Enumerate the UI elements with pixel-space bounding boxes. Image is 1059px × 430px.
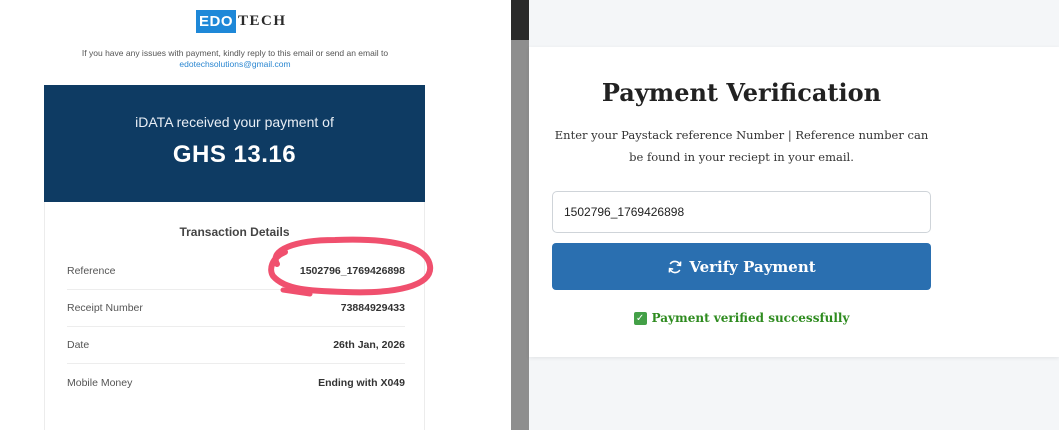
support-text: If you have any issues with payment, kin… [81, 48, 389, 58]
logo-part-edo: EDO [196, 9, 237, 33]
verification-panel: Payment Verification Enter your Paystack… [529, 47, 1059, 357]
refresh-icon [668, 260, 682, 273]
detail-row-mobile-money: Mobile Money Ending with X049 [67, 364, 405, 401]
detail-label: Mobile Money [67, 376, 133, 389]
detail-value: 26th Jan, 2026 [333, 339, 405, 351]
transaction-details-card: Transaction Details Reference 1502796_17… [44, 202, 425, 430]
verify-payment-button[interactable]: Verify Payment [552, 243, 931, 290]
detail-row-date: Date 26th Jan, 2026 [67, 327, 405, 364]
page-title: Payment Verification [601, 78, 882, 107]
support-email-link[interactable]: edotechsolutions@gmail.com [40, 59, 430, 70]
detail-label: Reference [67, 265, 116, 277]
window-divider-top [511, 0, 529, 40]
detail-row-receipt-number: Receipt Number 73884929433 [67, 290, 405, 327]
check-icon: ✓ [633, 311, 647, 325]
instructions-text: Enter your Paystack reference Number | R… [554, 128, 929, 164]
banner-message: iDATA received your payment of [135, 114, 334, 130]
detail-value: Ending with X049 [318, 376, 405, 389]
edotech-logo: EDO TECH [196, 8, 289, 34]
verify-button-label: Verify Payment [689, 257, 816, 276]
payment-banner: iDATA received your payment of GHS 13.16 [44, 85, 425, 202]
email-receipt-pane: EDO TECH If you have any issues with paym… [0, 0, 511, 430]
status-text: Payment verified successfully [651, 311, 850, 325]
window-divider [511, 0, 529, 430]
detail-value: 1502796_1769426898 [299, 265, 405, 277]
verification-pane: Payment Verification Enter your Paystack… [529, 0, 1059, 430]
logo-part-tech: TECH [238, 12, 287, 29]
verification-status: ✓ Payment verified successfully [529, 311, 954, 325]
detail-label: Date [67, 339, 90, 351]
support-message: If you have any issues with payment, kin… [40, 48, 430, 70]
detail-label: Receipt Number [67, 302, 143, 314]
reference-input[interactable] [552, 191, 931, 233]
detail-row-reference: Reference 1502796_1769426898 [67, 253, 405, 290]
payment-amount: GHS 13.16 [172, 141, 297, 168]
transaction-details-title: Transaction Details [179, 225, 290, 239]
detail-value: 73884929433 [340, 302, 405, 314]
